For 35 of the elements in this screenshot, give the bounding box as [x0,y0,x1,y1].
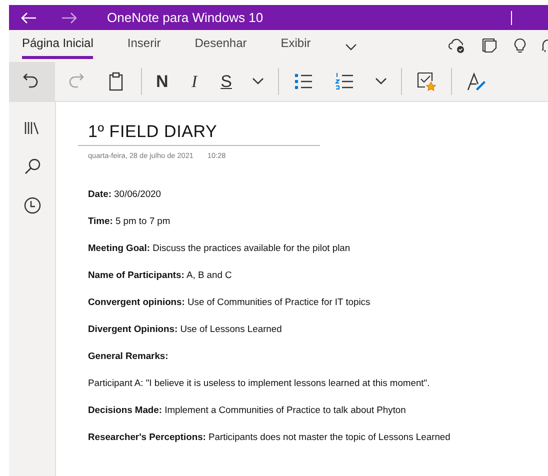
note-paragraph: Time: 5 pm to 7 pm [88,215,172,228]
note-paragraph: Participant A: "I believe it is useless to implement lessons learned at this moment". [88,377,431,390]
chevron-icon [375,78,388,85]
bulleted-list-icon [293,71,314,92]
lightbulb-icon[interactable] [514,38,526,54]
note-paragraph: Divergent Opinions: Use of Lessons Learned [88,323,283,336]
sticky-note-icon[interactable] [482,38,498,54]
ribbon-tab[interactable]: Página Inicial [22,33,94,59]
note-paragraph: Name of Participants: A, B and C [88,269,233,282]
undo-button[interactable] [9,62,55,101]
page-title[interactable]: 1º FIELD DIARY [78,122,320,146]
text-style-icon [466,71,488,92]
chevron-icon[interactable] [344,43,357,51]
note-paragraph: General Remarks: [88,350,170,363]
notebooks-icon[interactable] [24,120,40,136]
ribbon-tab[interactable]: Inserir [127,33,161,59]
note-paragraph: Meeting Goal: Discuss the practices available for the pilot plan [88,242,352,255]
note-paragraph: Convergent opinions: Use of Communities of Practice for IT topics [88,296,372,309]
search-icon[interactable] [24,158,40,175]
checkbox-star-icon [416,71,438,92]
back-arrow-icon [21,12,37,24]
bold-button[interactable]: N [146,62,178,101]
underline-button[interactable]: S [210,62,242,101]
chevron-icon [252,78,264,85]
clock-icon[interactable] [24,197,40,214]
sync-icon[interactable] [448,38,466,54]
ribbon-tab[interactable]: Exibir [280,33,311,59]
numbered-list-icon [334,71,356,92]
ribbon-tab[interactable]: Desenhar [194,33,247,59]
window-title: OneNote para Windows 10 [107,8,264,27]
note-paragraph: Date: 30/06/2020 [88,188,162,201]
forward-arrow-icon [61,12,77,24]
note-paragraph: Decisions Made: Implement a Communities of Practice to talk about Phyton [88,404,407,417]
note-paragraph: Researcher's Perceptions: Participants does not master the topic of Lessons Learned [88,431,452,444]
italic-button[interactable]: I [178,62,210,101]
